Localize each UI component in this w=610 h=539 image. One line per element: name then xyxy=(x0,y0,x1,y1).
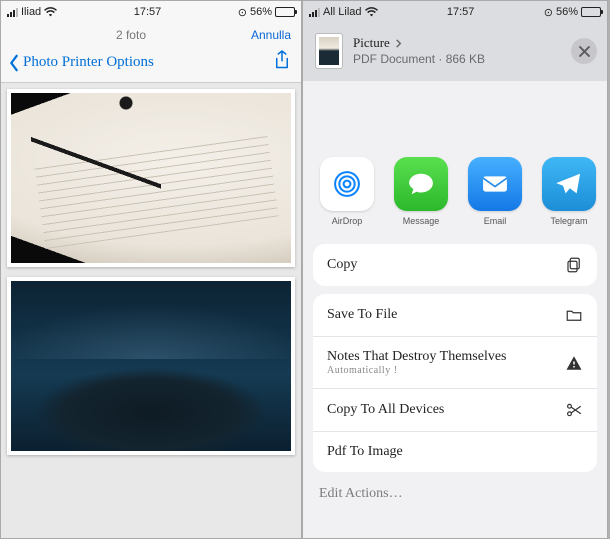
wifi-icon xyxy=(44,7,57,17)
photo-item[interactable] xyxy=(7,89,295,267)
left-phone: Iliad 17:57 ⊙ 56% 2 foto Annulla Photo P… xyxy=(0,0,302,539)
airdrop-icon xyxy=(330,167,364,201)
clock: 17:57 xyxy=(134,6,162,18)
share-sheet-header: Picture PDF Document · 866 KB xyxy=(303,23,607,81)
share-apps-row[interactable]: AirDrop Message Email Telegram W xyxy=(303,151,607,236)
action-pdf-to-image[interactable]: Pdf To Image xyxy=(313,432,597,472)
share-sheet-body: AirDrop Message Email Telegram W Copy xyxy=(303,81,607,520)
carrier-label: Iliad xyxy=(21,6,41,18)
navbar: Photo Printer Options xyxy=(1,47,301,83)
chevron-left-icon xyxy=(7,54,21,72)
share-app-label: AirDrop xyxy=(319,216,375,226)
warning-icon xyxy=(565,354,583,372)
share-app-telegram[interactable]: Telegram xyxy=(541,157,597,226)
cancel-link[interactable]: Annulla xyxy=(251,28,291,42)
back-button[interactable]: Photo Printer Options xyxy=(7,54,154,72)
share-app-label: Message xyxy=(393,216,449,226)
chevron-right-icon xyxy=(394,39,403,48)
action-label: Notes That Destroy Themselves xyxy=(327,349,507,364)
battery-icon xyxy=(581,7,601,17)
scissors-icon xyxy=(565,401,583,419)
close-icon xyxy=(579,46,590,57)
mail-icon xyxy=(478,167,512,201)
edit-actions-label: Edit Actions… xyxy=(319,486,403,501)
share-app-message[interactable]: Message xyxy=(393,157,449,226)
photo-count: 2 foto xyxy=(116,28,146,42)
battery-percent: 56% xyxy=(250,6,272,18)
document-title: Picture xyxy=(353,35,571,51)
share-button[interactable] xyxy=(273,49,291,76)
share-app-label: Telegram xyxy=(541,216,597,226)
share-icon xyxy=(273,49,291,71)
folder-icon xyxy=(565,306,583,324)
close-button[interactable] xyxy=(571,38,597,64)
status-bar: All Lilad 17:57 ⊙ 56% xyxy=(303,1,607,23)
back-label: Photo Printer Options xyxy=(23,54,154,71)
action-sublabel: Automatically ! xyxy=(327,365,507,376)
action-group-main: Save To File Notes That Destroy Themselv… xyxy=(313,294,597,472)
document-subtitle: PDF Document · 866 KB xyxy=(353,52,571,67)
photo-list[interactable] xyxy=(1,83,301,538)
action-copy-all-devices[interactable]: Copy To All Devices xyxy=(313,389,597,432)
action-group-copy: Copy xyxy=(313,244,597,286)
alarm-icon: ⊙ xyxy=(238,6,247,19)
action-label: Copy xyxy=(327,257,357,273)
action-label: Pdf To Image xyxy=(327,444,403,460)
action-notes-destroy[interactable]: Notes That Destroy Themselves Automatica… xyxy=(313,337,597,389)
clock: 17:57 xyxy=(447,6,475,18)
action-copy[interactable]: Copy xyxy=(313,244,597,286)
share-app-label: Email xyxy=(467,216,523,226)
signal-icon xyxy=(7,8,18,17)
action-label: Copy To All Devices xyxy=(327,402,444,418)
alarm-icon: ⊙ xyxy=(544,6,553,19)
sub-nav: 2 foto Annulla xyxy=(1,23,301,47)
message-icon xyxy=(404,167,438,201)
carrier-label: All Lilad xyxy=(323,6,362,18)
action-label: Save To File xyxy=(327,307,397,323)
signal-icon xyxy=(309,8,320,17)
photo-thumbnail xyxy=(11,281,291,451)
status-bar: Iliad 17:57 ⊙ 56% xyxy=(1,1,301,23)
document-thumbnail xyxy=(315,33,343,69)
battery-percent: 56% xyxy=(556,6,578,18)
share-app-email[interactable]: Email xyxy=(467,157,523,226)
share-app-airdrop[interactable]: AirDrop xyxy=(319,157,375,226)
battery-icon xyxy=(275,7,295,17)
right-phone: All Lilad 17:57 ⊙ 56% Picture PDF Docume… xyxy=(302,0,608,539)
edit-actions-link[interactable]: Edit Actions… xyxy=(303,472,607,520)
copy-icon xyxy=(565,256,583,274)
telegram-icon xyxy=(552,167,586,201)
photo-item[interactable] xyxy=(7,277,295,455)
photo-thumbnail xyxy=(11,93,291,263)
action-save-to-file[interactable]: Save To File xyxy=(313,294,597,337)
wifi-icon xyxy=(365,7,378,17)
